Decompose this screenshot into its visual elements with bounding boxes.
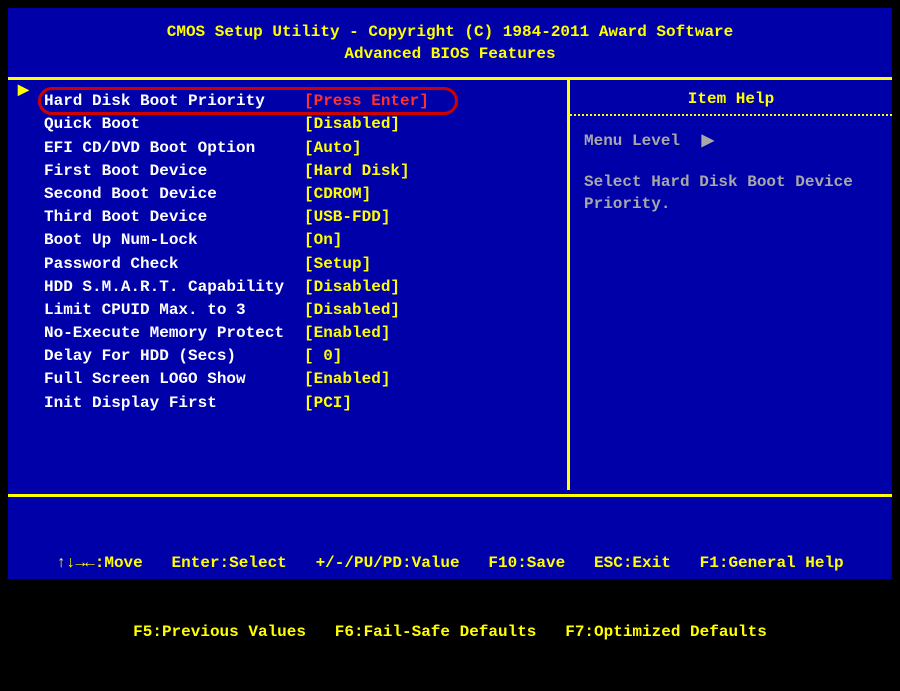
setting-first-boot-device[interactable]: First Boot Device[Hard Disk] <box>16 160 567 183</box>
setting-value: [Enabled] <box>304 370 390 388</box>
setting-value: [ 0] <box>304 347 342 365</box>
setting-label: Third Boot Device <box>44 206 304 229</box>
setting-value: [Press Enter] <box>304 92 429 110</box>
bios-screen: CMOS Setup Utility - Copyright (C) 1984-… <box>8 8 892 579</box>
menu-level: Menu Level ▶ <box>584 130 878 152</box>
setting-value: [PCI] <box>304 394 352 412</box>
setting-label: Password Check <box>44 253 304 276</box>
setting-boot-up-num-lock[interactable]: Boot Up Num-Lock[On] <box>16 229 567 252</box>
setting-value: [Disabled] <box>304 278 400 296</box>
header: CMOS Setup Utility - Copyright (C) 1984-… <box>8 8 892 73</box>
setting-label: Delay For HDD (Secs) <box>44 345 304 368</box>
help-text: Select Hard Disk Boot Device Priority. <box>584 171 878 216</box>
setting-limit-cpuid-max[interactable]: Limit CPUID Max. to 3[Disabled] <box>16 299 567 322</box>
setting-second-boot-device[interactable]: Second Boot Device[CDROM] <box>16 183 567 206</box>
item-help-divider <box>570 114 892 116</box>
setting-value: [Enabled] <box>304 324 390 342</box>
setting-label: First Boot Device <box>44 160 304 183</box>
setting-no-execute-memory-protect[interactable]: No-Execute Memory Protect[Enabled] <box>16 322 567 345</box>
setting-value: [Hard Disk] <box>304 162 410 180</box>
setting-label: Hard Disk Boot Priority <box>44 90 304 113</box>
setting-label: HDD S.M.A.R.T. Capability <box>44 276 304 299</box>
setting-label: Full Screen LOGO Show <box>44 368 304 391</box>
setting-hdd-smart-capability[interactable]: HDD S.M.A.R.T. Capability[Disabled] <box>16 276 567 299</box>
item-help-title: Item Help <box>584 90 878 108</box>
setting-password-check[interactable]: Password Check[Setup] <box>16 253 567 276</box>
setting-label: Init Display First <box>44 392 304 415</box>
setting-third-boot-device[interactable]: Third Boot Device[USB-FDD] <box>16 206 567 229</box>
setting-label: Boot Up Num-Lock <box>44 229 304 252</box>
setting-label: Second Boot Device <box>44 183 304 206</box>
setting-hard-disk-boot-priority[interactable]: Hard Disk Boot Priority[Press Enter] <box>16 90 567 113</box>
setting-label: EFI CD/DVD Boot Option <box>44 137 304 160</box>
setting-label: Limit CPUID Max. to 3 <box>44 299 304 322</box>
header-line2: Advanced BIOS Features <box>8 44 892 66</box>
setting-value: [Auto] <box>304 139 362 157</box>
setting-value: [Setup] <box>304 255 371 273</box>
setting-value: [USB-FDD] <box>304 208 390 226</box>
setting-value: [CDROM] <box>304 185 371 203</box>
footer-line1: ↑↓→←:Move Enter:Select +/-/PU/PD:Value F… <box>18 552 882 575</box>
settings-panel: ▶ Hard Disk Boot Priority[Press Enter] Q… <box>8 80 570 490</box>
setting-efi-cd-dvd-boot-option[interactable]: EFI CD/DVD Boot Option[Auto] <box>16 137 567 160</box>
setting-label: Quick Boot <box>44 113 304 136</box>
body: ▶ Hard Disk Boot Priority[Press Enter] Q… <box>8 80 892 490</box>
setting-full-screen-logo-show[interactable]: Full Screen LOGO Show[Enabled] <box>16 368 567 391</box>
chevron-right-icon: ▶ <box>702 130 714 152</box>
setting-quick-boot[interactable]: Quick Boot[Disabled] <box>16 113 567 136</box>
header-line1: CMOS Setup Utility - Copyright (C) 1984-… <box>8 22 892 44</box>
setting-value: [On] <box>304 231 342 249</box>
setting-value: [Disabled] <box>304 115 400 133</box>
menu-level-label: Menu Level <box>584 132 680 150</box>
footer: ↑↓→←:Move Enter:Select +/-/PU/PD:Value F… <box>8 497 892 691</box>
setting-delay-for-hdd[interactable]: Delay For HDD (Secs)[ 0] <box>16 345 567 368</box>
item-help-panel: Item Help Menu Level ▶ Select Hard Disk … <box>570 80 892 490</box>
footer-line2: F5:Previous Values F6:Fail-Safe Defaults… <box>18 621 882 644</box>
setting-init-display-first[interactable]: Init Display First[PCI] <box>16 392 567 415</box>
setting-label: No-Execute Memory Protect <box>44 322 304 345</box>
setting-value: [Disabled] <box>304 301 400 319</box>
